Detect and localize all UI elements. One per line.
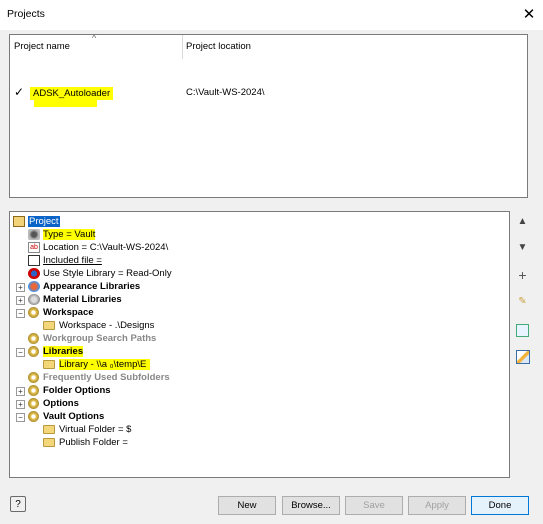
tree-node-vault-options[interactable]: Vault Options (28, 410, 104, 423)
tree-node-project[interactable]: Project (13, 215, 60, 228)
tree-node-material-libraries[interactable]: Material Libraries (28, 293, 122, 306)
tree-node-label: Appearance Libraries (43, 281, 141, 292)
plus-icon: + (518, 266, 527, 283)
tree-node-label: Workspace (43, 307, 94, 318)
tree-node-label: Virtual Folder = $ (59, 424, 132, 435)
apply-button[interactable]: Apply (408, 496, 466, 515)
expand-toggle-icon[interactable]: + (16, 400, 25, 409)
edit-button[interactable]: ✎ (514, 293, 531, 310)
column-header-project-location[interactable]: Project location (186, 35, 346, 59)
folder-icon (43, 321, 55, 330)
tree-node-label: Publish Folder = (59, 437, 128, 448)
ab-text-icon: ab (28, 242, 40, 253)
tree-node-frequently-used-subfolders[interactable]: Frequently Used Subfolders (28, 371, 170, 384)
folder-icon (43, 438, 55, 447)
new-button[interactable]: New (218, 496, 276, 515)
project-icon (13, 216, 25, 227)
included-file-icon (28, 255, 40, 266)
tree-node-workspace[interactable]: Workspace (28, 306, 94, 319)
pencil-icon: ✎ (518, 296, 527, 307)
tree-node-appearance-libraries[interactable]: Appearance Libraries (28, 280, 140, 293)
tree-node-folder-options[interactable]: Folder Options (28, 384, 111, 397)
tree-node-label: Material Libraries (43, 294, 122, 305)
browse-button[interactable]: Browse... (282, 496, 340, 515)
help-button[interactable]: ? (10, 496, 26, 512)
edit-settings-button[interactable] (514, 348, 531, 365)
active-project-check-icon: ✓ (14, 85, 25, 99)
window-title: Projects (7, 8, 45, 20)
projects-list[interactable]: Project name ^ Project location ✓ ADSK_A… (9, 34, 528, 198)
collapse-toggle-icon[interactable]: − (16, 309, 25, 318)
project-settings-tree[interactable]: Project Type = Vault ab Location = C:\Va… (9, 211, 510, 478)
tree-node-libraries[interactable]: Libraries (28, 345, 84, 358)
tree-node-label: Type = Vault (43, 229, 96, 240)
column-header-project-name[interactable]: Project name (14, 35, 183, 59)
help-icon: ? (15, 498, 21, 510)
vault-type-icon (28, 229, 40, 240)
folder-options-icon (28, 385, 39, 396)
vault-options-icon (28, 411, 39, 422)
tree-node-options[interactable]: Options (28, 397, 79, 410)
tree-node-type[interactable]: Type = Vault (28, 228, 96, 241)
tree-node-use-style-library[interactable]: Use Style Library = Read-Only (28, 267, 172, 280)
workgroup-icon (28, 333, 39, 344)
tree-node-library-value[interactable]: Library - \\a ₀\temp\E (43, 358, 151, 371)
tree-node-label: Workspace - .\Designs (59, 320, 155, 331)
material-library-icon (28, 294, 40, 305)
appearance-library-icon (28, 281, 40, 292)
edit-settings-icon (515, 349, 530, 364)
expand-toggle-icon[interactable]: + (16, 296, 25, 305)
move-down-button[interactable]: ▼ (514, 239, 531, 256)
collapse-toggle-icon[interactable]: − (16, 348, 25, 357)
project-location: C:\Vault-WS-2024\ (186, 87, 265, 98)
subfolders-icon (28, 372, 39, 383)
tree-node-virtual-folder[interactable]: Virtual Folder = $ (43, 423, 131, 436)
move-up-button[interactable]: ▲ (514, 213, 531, 230)
folder-icon (43, 425, 55, 434)
workspace-icon (28, 307, 39, 318)
tree-node-location[interactable]: ab Location = C:\Vault-WS-2024\ (28, 241, 168, 254)
sort-ascending-icon: ^ (92, 34, 97, 43)
tree-node-label: Location = C:\Vault-WS-2024\ (43, 242, 169, 253)
tree-node-label: Use Style Library = Read-Only (43, 268, 172, 279)
title-bar: Projects ✕ (0, 0, 543, 30)
find-button[interactable] (514, 322, 531, 339)
expand-toggle-icon[interactable]: + (16, 283, 25, 292)
libraries-icon (28, 346, 39, 357)
add-button[interactable]: + (514, 266, 531, 283)
tree-node-label: Project (28, 216, 60, 227)
tree-node-label: Libraries (43, 346, 84, 357)
folder-icon (43, 360, 55, 369)
tree-node-label: Frequently Used Subfolders (43, 372, 170, 383)
triangle-up-icon: ▲ (517, 216, 528, 227)
tree-node-workspace-value[interactable]: Workspace - .\Designs (43, 319, 154, 332)
tree-node-label: Included file = (43, 255, 102, 266)
find-icon (516, 324, 529, 337)
tree-node-label: Options (43, 398, 79, 409)
highlight-mark (34, 99, 97, 107)
close-icon[interactable]: ✕ (518, 3, 540, 25)
style-library-icon (28, 268, 40, 279)
tree-node-workgroup-search-paths[interactable]: Workgroup Search Paths (28, 332, 156, 345)
tree-node-label: Library - \\a ₀\temp\E (59, 359, 151, 370)
tree-node-publish-folder[interactable]: Publish Folder = (43, 436, 128, 449)
triangle-down-icon: ▼ (517, 242, 528, 253)
tree-node-label: Workgroup Search Paths (43, 333, 157, 344)
tree-node-label: Vault Options (43, 411, 105, 422)
done-button[interactable]: Done (471, 496, 529, 515)
expand-toggle-icon[interactable]: + (16, 387, 25, 396)
tree-node-label: Folder Options (43, 385, 111, 396)
tree-node-included-file[interactable]: Included file = (28, 254, 102, 267)
save-button[interactable]: Save (345, 496, 403, 515)
collapse-toggle-icon[interactable]: − (16, 413, 25, 422)
options-icon (28, 398, 39, 409)
